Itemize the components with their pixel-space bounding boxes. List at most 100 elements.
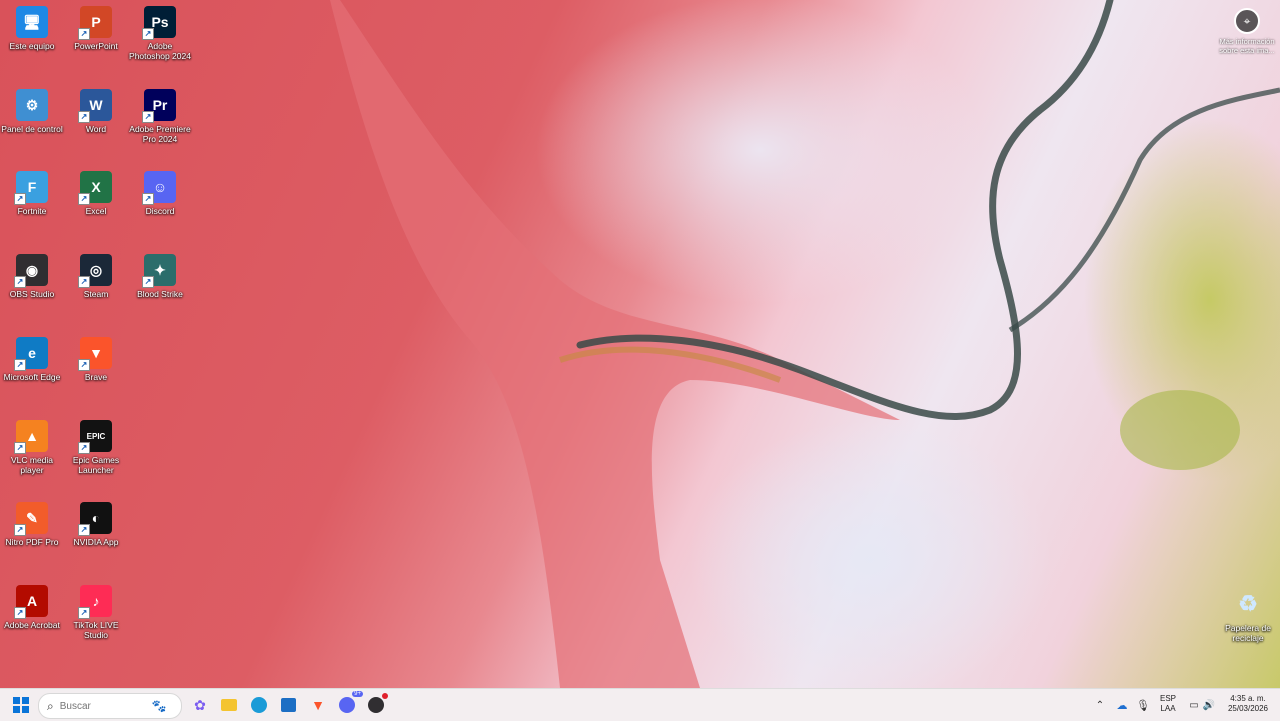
fortnite-icon: F ↗ [14,171,48,205]
desktop-icon-tiktok[interactable]: ♪ ↗ TikTok LIVE Studio [63,585,129,640]
desktop-icon-label: OBS Studio [9,289,55,299]
desktop-icon-premiere[interactable]: Pr ↗ Adobe Premiere Pro 2024 [127,89,193,144]
desktop-icon-brave[interactable]: ▼ ↗ Brave [63,337,129,382]
obs-icon: ◉ ↗ [14,254,48,288]
shortcut-arrow-icon: ↗ [142,111,154,123]
shortcut-arrow-icon: ↗ [14,193,26,205]
taskbar-search[interactable]: ⌕ 🐾 [38,693,182,719]
shortcut-arrow-icon: ↗ [14,442,26,454]
discord-taskbar-icon[interactable]: 9+ [337,691,363,715]
desktop-icon-nitro-pdf[interactable]: ✎ ↗ Nitro PDF Pro [0,502,65,547]
shortcut-arrow-icon: ↗ [14,607,26,619]
start-button[interactable] [11,695,31,715]
recycle-bin-icon: ♻ [1238,591,1258,616]
desktop-icon-label: Nitro PDF Pro [5,537,59,547]
tiktok-icon: ♪ ↗ [78,585,112,619]
language-indicator[interactable]: ESP LAA [1155,694,1181,714]
language-line1: ESP [1159,694,1176,703]
shortcut-arrow-icon: ↗ [78,359,90,371]
shortcut-arrow-icon: ↗ [78,607,90,619]
vlc-icon: ▲ ↗ [14,420,48,454]
desktop-icon-fortnite[interactable]: F ↗ Fortnite [0,171,65,216]
blood-strike-icon: ✦ ↗ [142,254,176,288]
photoshop-icon: Ps ↗ [142,6,176,40]
desktop-icon-epic-games[interactable]: EPIC ↗ Epic Games Launcher [63,420,129,475]
desktop-icon-label: Discord [145,206,175,216]
desktop-icon-label: Word [85,124,107,134]
desktop-icon-label: Adobe Premiere Pro 2024 [129,124,191,144]
recording-dot [382,693,388,699]
desktop-icon-label: Adobe Photoshop 2024 [129,41,191,61]
epic-games-icon: EPIC ↗ [78,420,112,454]
shortcut-arrow-icon: ↗ [78,111,90,123]
control-panel-icon: ⚙ [16,89,48,121]
chevron-up-icon[interactable]: ⌃ [1090,695,1110,715]
desktop-icon-label: Epic Games Launcher [72,455,120,475]
shortcut-arrow-icon: ↗ [78,524,90,536]
volume-icon[interactable]: 🔊 [1199,695,1219,715]
desktop-icon-discord[interactable]: ☺ ↗ Discord [127,171,193,216]
microphone-icon[interactable]: 🎙 [1133,695,1153,715]
shortcut-arrow-icon: ↗ [78,28,90,40]
discord-icon: ☺ ↗ [142,171,176,205]
desktop-icon-computer[interactable]: 🖥 Este equipo [0,6,65,51]
desktop-icon-label: Microsoft Edge [3,372,61,382]
search-icon: ⌕ [47,698,54,713]
file-explorer-icon[interactable] [219,695,239,715]
premiere-icon: Pr ↗ [142,89,176,123]
desktop-icon-label: VLC media player [10,455,54,475]
steam-icon: ◎ ↗ [78,254,112,288]
brave-taskbar-icon[interactable]: ▼ [308,695,328,715]
desktop-icon-label: NVIDIA App [73,537,119,547]
shortcut-arrow-icon: ↗ [78,442,90,454]
desktop-icon-label: Brave [84,372,108,382]
desktop-icon-excel[interactable]: X ↗ Excel [63,171,129,216]
desktop-icon-word[interactable]: W ↗ Word [63,89,129,134]
nvidia-icon: ◐ ↗ [78,502,112,536]
obs-taskbar-icon[interactable] [366,693,388,715]
edge-taskbar-icon[interactable] [249,695,269,715]
desktop-icon-label: Papelera de reciclaje [1225,623,1271,643]
desktop-icon-label: TikTok LIVE Studio [73,620,119,640]
desktop-icon-nvidia[interactable]: ◐ ↗ NVIDIA App [63,502,129,547]
powerpoint-icon: P ↗ [78,6,112,40]
clock-date: 25/03/2026 [1227,704,1269,713]
spotlight-info[interactable]: ⌖ Más información sobre esta ima... [1214,8,1280,55]
language-line2: LAA [1160,704,1176,713]
desktop-icon-recycle-bin[interactable]: ♻ Papelera de reciclaje [1215,588,1280,643]
desktop-icon-label: PowerPoint [74,41,118,51]
shortcut-arrow-icon: ↗ [142,193,154,205]
shortcut-arrow-icon: ↗ [14,524,26,536]
desktop-icon-label: Panel de control [1,124,63,134]
desktop-icon-acrobat[interactable]: A ↗ Adobe Acrobat [0,585,65,630]
search-highlight-icon: 🐾 [151,699,167,713]
desktop-icon-label: Este equipo [9,41,55,51]
desktop-icon-vlc[interactable]: ▲ ↗ VLC media player [0,420,65,475]
clock[interactable]: 4:35 a. m. 25/03/2026 [1222,694,1274,714]
taskbar: ⌕ 🐾 ✿ ▼ 9+ ⌃ ☁ 🎙 ESP LAA ▭ 🔊 4:35 a. m. … [0,688,1280,721]
edge-icon: e ↗ [14,337,48,371]
desktop-icon-obs[interactable]: ◉ ↗ OBS Studio [0,254,65,299]
shortcut-arrow-icon: ↗ [142,276,154,288]
word-icon: W ↗ [78,89,112,123]
nitro-pdf-icon: ✎ ↗ [14,502,48,536]
desktop-icon-powerpoint[interactable]: P ↗ PowerPoint [63,6,129,51]
spotlight-label: Más información sobre esta ima... [1219,37,1275,55]
desktop-icon-photoshop[interactable]: Ps ↗ Adobe Photoshop 2024 [127,6,193,61]
desktop-icon-label: Adobe Acrobat [4,620,60,630]
desktop-icon-label: Blood Strike [137,289,183,299]
onedrive-icon[interactable]: ☁ [1112,695,1132,715]
desktop-icon-control-panel[interactable]: ⚙ Panel de control [0,89,65,134]
windows-icon [13,697,29,713]
shortcut-arrow-icon: ↗ [78,276,90,288]
desktop-icon-label: Fortnite [17,206,47,216]
desktop-icon-edge[interactable]: e ↗ Microsoft Edge [0,337,65,382]
desktop-icon-blood-strike[interactable]: ✦ ↗ Blood Strike [127,254,193,299]
store-icon[interactable] [278,695,298,715]
computer-icon: 🖥 [16,6,48,38]
search-input[interactable] [57,699,152,713]
discord-badge: 9+ [352,691,363,697]
desktop-icon-steam[interactable]: ◎ ↗ Steam [63,254,129,299]
shortcut-arrow-icon: ↗ [14,359,26,371]
copilot-icon[interactable]: ✿ [190,695,210,715]
